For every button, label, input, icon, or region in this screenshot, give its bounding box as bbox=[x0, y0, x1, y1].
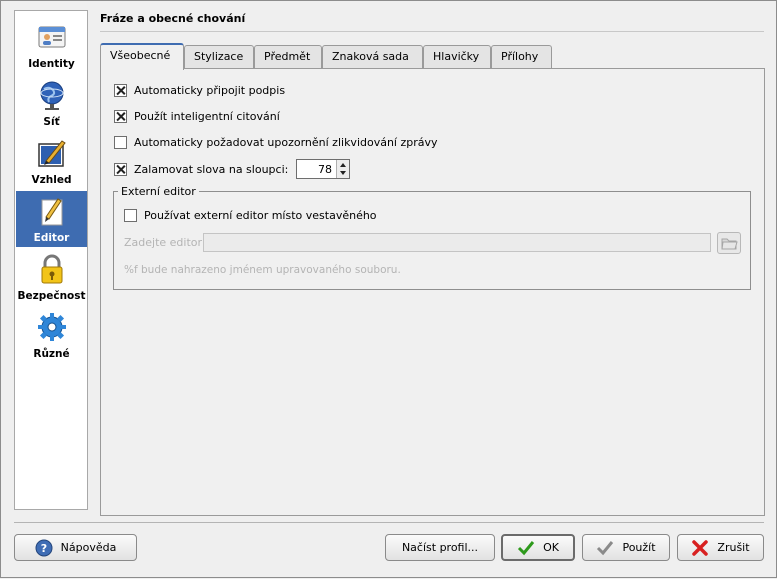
sidebar: Identity Síť Vzhled Editor Bezpečnost Rů… bbox=[14, 10, 88, 510]
ok-button-label: OK bbox=[543, 541, 559, 554]
help-button[interactable]: ? Nápověda bbox=[14, 534, 137, 561]
use-external-editor-label: Používat externí editor místo vestavěnéh… bbox=[144, 208, 377, 222]
appearance-paint-icon bbox=[38, 140, 66, 167]
tab-styling[interactable]: Stylizace bbox=[184, 45, 254, 69]
sidebar-item-network[interactable]: Síť bbox=[16, 75, 87, 131]
dialog-window: Identity Síť Vzhled Editor Bezpečnost Rů… bbox=[0, 0, 777, 578]
tab-general[interactable]: Všeobecné bbox=[100, 43, 184, 70]
auto-signature-option[interactable]: Automaticky připojit podpis bbox=[114, 82, 285, 98]
load-profile-button-label: Načíst profil... bbox=[401, 541, 479, 554]
smart-quoting-option[interactable]: Použít inteligentní citování bbox=[114, 108, 280, 124]
sidebar-item-appearance[interactable]: Vzhled bbox=[16, 133, 87, 189]
identity-card-icon bbox=[38, 26, 66, 48]
request-mdn-label: Automaticky požadovat upozornění zlikvid… bbox=[134, 135, 438, 149]
sidebar-item-label: Vzhled bbox=[31, 174, 72, 186]
cancel-button-label: Zrušit bbox=[717, 541, 750, 554]
auto-signature-checkbox[interactable] bbox=[114, 83, 127, 97]
title-divider bbox=[100, 31, 764, 32]
ok-button[interactable]: OK bbox=[501, 534, 575, 561]
spinbox-arrows[interactable] bbox=[336, 160, 349, 178]
help-button-label: Nápověda bbox=[60, 541, 117, 554]
checkmark-icon bbox=[518, 540, 535, 555]
bottom-divider bbox=[14, 522, 764, 523]
sidebar-item-label: Různé bbox=[33, 348, 70, 360]
sidebar-item-security[interactable]: Bezpečnost bbox=[16, 249, 87, 305]
tab-charset[interactable]: Znaková sada bbox=[322, 45, 423, 69]
svg-text:?: ? bbox=[40, 542, 46, 555]
tab-attachments[interactable]: Přílohy bbox=[491, 45, 552, 69]
misc-gear-icon bbox=[38, 313, 66, 341]
spin-up-icon[interactable] bbox=[340, 163, 346, 167]
word-wrap-label: Zalamovat slova na sloupci: bbox=[134, 162, 289, 176]
request-mdn-checkbox[interactable] bbox=[114, 135, 127, 149]
sidebar-item-label: Síť bbox=[43, 116, 60, 128]
tab-subject[interactable]: Předmět bbox=[254, 45, 322, 69]
network-globe-icon bbox=[40, 81, 64, 110]
page-title: Fráze a obecné chování bbox=[100, 12, 246, 25]
apply-checkmark-icon bbox=[597, 540, 614, 555]
apply-button[interactable]: Použít bbox=[582, 534, 670, 561]
sidebar-item-label: Bezpečnost bbox=[17, 290, 86, 302]
use-external-editor-option[interactable]: Používat externí editor místo vestavěnéh… bbox=[124, 207, 377, 223]
smart-quoting-checkbox[interactable] bbox=[114, 109, 127, 123]
help-icon: ? bbox=[35, 539, 53, 556]
auto-signature-label: Automaticky připojit podpis bbox=[134, 83, 286, 97]
cancel-button[interactable]: Zrušit bbox=[677, 534, 764, 561]
smart-quoting-label: Použít inteligentní citování bbox=[134, 109, 280, 123]
sidebar-item-misc[interactable]: Různé bbox=[16, 307, 87, 363]
sidebar-item-label: Editor bbox=[33, 232, 70, 244]
word-wrap-checkbox[interactable] bbox=[114, 162, 127, 176]
spin-down-icon[interactable] bbox=[340, 171, 346, 175]
sidebar-item-label: Identity bbox=[28, 58, 75, 70]
editor-pencil-icon bbox=[41, 198, 63, 226]
request-mdn-option[interactable]: Automaticky požadovat upozornění zlikvid… bbox=[114, 134, 438, 150]
wrap-column-value: 78 bbox=[318, 163, 332, 176]
load-profile-button[interactable]: Načíst profil... bbox=[385, 534, 495, 561]
wrap-column-spinbox[interactable]: 78 bbox=[296, 159, 350, 179]
sidebar-item-identity[interactable]: Identity bbox=[16, 17, 87, 73]
tab-headers[interactable]: Hlavičky bbox=[423, 45, 491, 69]
word-wrap-option[interactable]: Zalamovat slova na sloupci: bbox=[114, 161, 288, 177]
sidebar-item-editor[interactable]: Editor bbox=[16, 191, 87, 247]
cancel-x-icon bbox=[692, 539, 709, 556]
security-lock-icon bbox=[41, 254, 63, 284]
use-external-editor-checkbox[interactable] bbox=[124, 208, 137, 222]
apply-button-label: Použít bbox=[622, 541, 656, 554]
